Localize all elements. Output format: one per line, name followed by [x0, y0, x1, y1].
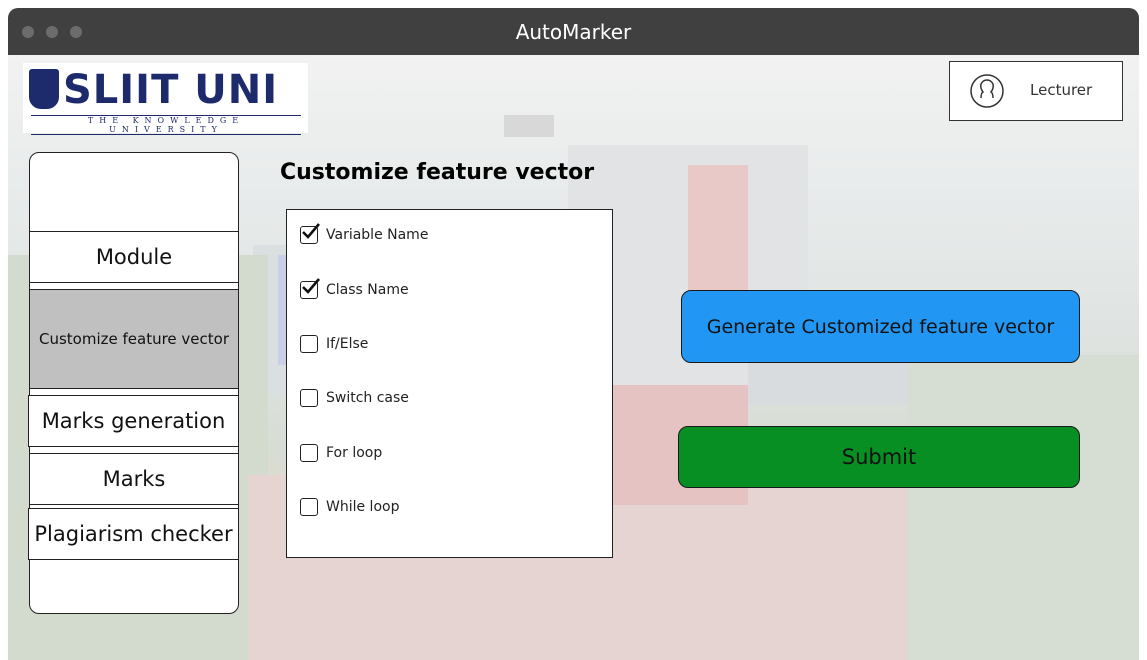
- checkbox-variable-name[interactable]: Variable Name: [300, 223, 429, 244]
- checkbox-label: While loop: [326, 499, 400, 515]
- user-role-label: Lecturer: [1030, 81, 1093, 99]
- checkbox-label: Variable Name: [326, 227, 429, 243]
- sidebar-item-customize-feature-vector[interactable]: Customize feature vector: [29, 289, 239, 389]
- checkbox[interactable]: [300, 223, 320, 244]
- sidebar-item-marks-generation[interactable]: Marks generation: [28, 395, 239, 447]
- logo-tagline: THE KNOWLEDGE UNIVERSITY: [31, 115, 301, 135]
- sidebar-item-module[interactable]: Module: [29, 231, 239, 283]
- checkbox-class-name[interactable]: Class Name: [300, 278, 409, 299]
- checkmark-icon: [302, 278, 320, 294]
- checkbox-label: Switch case: [326, 390, 409, 406]
- checkbox-label: Class Name: [326, 282, 409, 298]
- generate-feature-vector-button[interactable]: Generate Customized feature vector: [681, 290, 1080, 363]
- crest-icon: [29, 69, 59, 109]
- sidebar-item-label: Marks: [102, 467, 166, 491]
- page-title: Customize feature vector: [280, 160, 595, 185]
- checkbox[interactable]: [300, 278, 320, 299]
- submit-button[interactable]: Submit: [678, 426, 1080, 488]
- checkbox[interactable]: [300, 444, 318, 462]
- checkmark-icon: [302, 223, 320, 239]
- checkbox-if-else[interactable]: If/Else: [300, 335, 368, 353]
- checkbox-for-loop[interactable]: For loop: [300, 444, 382, 462]
- user-avatar-icon: [970, 74, 1004, 108]
- checkbox[interactable]: [300, 389, 318, 407]
- user-profile-box[interactable]: Lecturer: [949, 61, 1123, 121]
- checkbox-switch-case[interactable]: Switch case: [300, 389, 409, 407]
- sliit-logo: SLIIT UNI THE KNOWLEDGE UNIVERSITY: [23, 63, 308, 135]
- sidebar-item-plagiarism-checker[interactable]: Plagiarism checker: [28, 508, 239, 560]
- sidebar-item-marks[interactable]: Marks: [29, 453, 239, 505]
- title-bar: AutoMarker: [8, 8, 1139, 55]
- checkbox-label: For loop: [326, 445, 383, 461]
- checkbox[interactable]: [300, 498, 318, 516]
- sidebar-item-label: Marks generation: [41, 409, 226, 433]
- checkbox[interactable]: [300, 335, 318, 353]
- window-title: AutoMarker: [515, 20, 632, 44]
- sidebar: Module Customize feature vector Marks ge…: [28, 152, 239, 614]
- checkbox-label: If/Else: [326, 336, 369, 352]
- checkbox-while-loop[interactable]: While loop: [300, 498, 399, 516]
- app-window: AutoMarker SLIIT UNI THE KNOWLEDGE UNIVE…: [8, 8, 1139, 660]
- sidebar-item-label: Customize feature vector: [38, 330, 229, 348]
- sidebar-item-label: Plagiarism checker: [34, 522, 233, 546]
- feature-checklist-panel: Variable Name Class Name If/Else Switch …: [286, 209, 613, 558]
- logo-name: SLIIT UNI: [63, 67, 279, 113]
- sidebar-item-label: Module: [95, 245, 173, 269]
